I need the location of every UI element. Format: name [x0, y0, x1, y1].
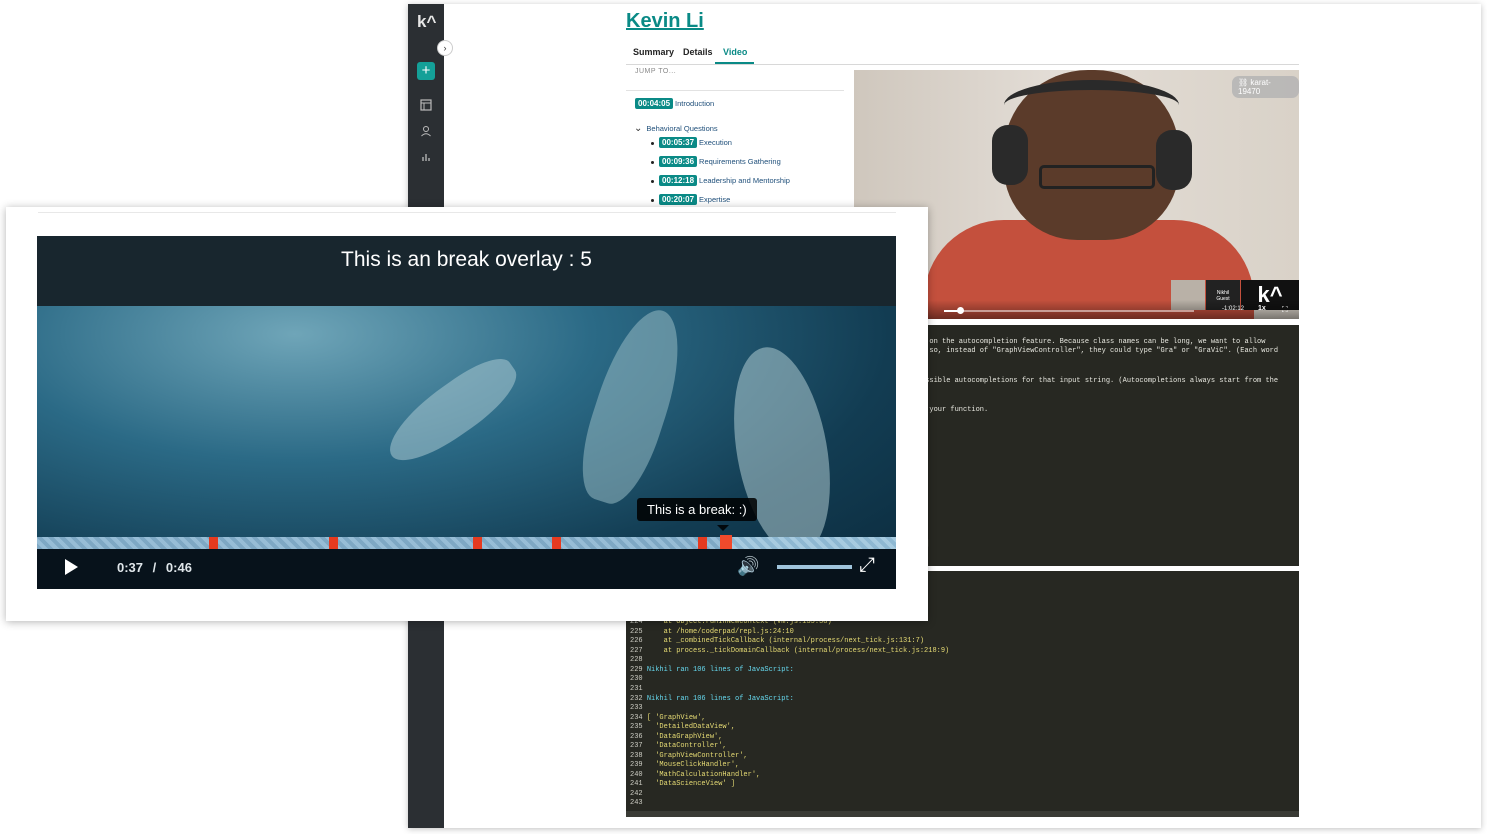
console-line: 226 at _combinedTickCallback (internal/p… — [630, 637, 925, 645]
console-line: 243 — [630, 799, 643, 807]
interview-id-badge[interactable]: ⛓ karat-19470 — [1232, 76, 1299, 98]
break-marker[interactable] — [552, 537, 561, 549]
chapter-label[interactable]: Expertise — [699, 195, 730, 204]
break-marker[interactable] — [209, 537, 218, 549]
bullet — [651, 160, 654, 164]
tab-details[interactable]: Details — [683, 47, 713, 57]
break-overlay-demo-card: This is an break overlay : 5 This is a b… — [6, 207, 928, 621]
tooltip-arrow — [717, 525, 729, 531]
add-button[interactable]: + — [417, 62, 435, 80]
console-line: 239 'MouseClickHandler', — [630, 761, 740, 769]
section-behavioral-questions[interactable]: ⌄ Behavioral Questions — [634, 123, 718, 134]
collapse-sidebar-chevron-icon[interactable]: › — [437, 40, 453, 56]
timestamp-chip[interactable]: 00:05:37 — [659, 137, 698, 148]
active-tab-indicator — [715, 62, 754, 64]
timestamp-chip[interactable]: 00:20:07 — [659, 194, 698, 205]
console-line: 241 'DataScienceView' ] — [630, 780, 736, 788]
console-line: 225 at /home/coderpad/repl.js:24:10 — [630, 628, 794, 636]
chapter-label[interactable]: Execution — [699, 138, 732, 147]
break-tooltip: This is a break: :) — [637, 498, 757, 521]
chevron-down-icon[interactable]: ⌄ — [634, 123, 642, 134]
headphones — [1004, 80, 1179, 130]
break-marker[interactable] — [329, 537, 338, 549]
console-line: 242 — [630, 790, 643, 798]
chapter-item[interactable]: 00:05:37 Execution — [651, 137, 732, 148]
code-line: g on the autocompletion feature. Because… — [921, 338, 1266, 346]
video-seek-bar[interactable] — [944, 310, 1194, 312]
current-time: 0:37 — [117, 560, 144, 575]
fullscreen-icon[interactable]: ⤢ — [859, 554, 875, 577]
code-line: ossible autocompletions for that input s… — [921, 377, 1279, 385]
console-line: 228 — [630, 656, 643, 664]
timestamp-chip[interactable]: 00:09:36 — [659, 156, 698, 167]
divider — [626, 90, 844, 91]
timestamp-chip[interactable]: 00:12:18 — [659, 175, 698, 186]
break-marker[interactable] — [698, 537, 707, 549]
volume-icon[interactable]: 🔊 — [737, 556, 759, 577]
editor-scrollbar[interactable] — [626, 811, 1299, 817]
code-line: n your function. — [921, 406, 989, 414]
layout-icon[interactable] — [418, 97, 434, 113]
tab-video[interactable]: Video — [723, 47, 747, 57]
break-overlay-video-player[interactable]: This is an break overlay : 5 This is a b… — [37, 236, 896, 589]
headphones — [1156, 130, 1192, 190]
candidate-name[interactable]: Kevin Li — [626, 10, 704, 33]
play-icon[interactable] — [65, 559, 78, 575]
chapter-label[interactable]: Introduction — [675, 99, 714, 108]
chapter-label[interactable]: Requirements Gathering — [699, 157, 781, 166]
console-line: 236 'DataGraphView', — [630, 733, 723, 741]
duration: 0:46 — [165, 560, 192, 575]
glasses — [1039, 165, 1155, 189]
playback-speed-button[interactable]: 1x — [1258, 305, 1266, 312]
progress-played — [37, 537, 728, 549]
tab-summary[interactable]: Summary — [633, 47, 674, 57]
chapter-item[interactable]: 00:20:07 Expertise — [651, 194, 730, 205]
chapter-item[interactable]: 00:12:18 Leadership and Mentorship — [651, 175, 790, 186]
console-line: 235 'DetailedDataView', — [630, 723, 736, 731]
console-line: 233 — [630, 704, 643, 712]
bullet — [651, 141, 654, 145]
console-line: 240 'MathCalculationHandler', — [630, 771, 761, 779]
console-line: 237 'DataController', — [630, 742, 727, 750]
video-seek-handle[interactable] — [957, 307, 964, 314]
volume-slider[interactable] — [777, 565, 852, 569]
chapter-item[interactable]: 00:09:36 Requirements Gathering — [651, 156, 781, 167]
console-line: 231 — [630, 685, 643, 693]
time-separator: / — [152, 560, 157, 575]
user-icon[interactable] — [418, 123, 434, 139]
divider — [38, 212, 896, 213]
console-line: 229 Nikhil ran 106 lines of JavaScript: — [630, 666, 794, 674]
console-line: 227 at process._tickDomainCallback (inte… — [630, 647, 950, 655]
fullscreen-icon[interactable]: ⛶ — [1282, 305, 1288, 315]
code-line: - so, instead of "GraphViewController", … — [921, 347, 1279, 355]
chapter-introduction[interactable]: 00:04:05 Introduction — [635, 98, 714, 109]
jump-to-heading: JUMP TO... — [635, 68, 677, 75]
break-marker[interactable] — [473, 537, 482, 549]
chart-icon[interactable] — [418, 149, 434, 165]
console-line: 238 'GraphViewController', — [630, 752, 748, 760]
section-label[interactable]: Behavioral Questions — [646, 124, 717, 133]
console-line: 234 [ 'GraphView', — [630, 714, 706, 722]
console-line: 230 — [630, 675, 643, 683]
bullet — [651, 198, 654, 202]
console-line: 232 Nikhil ran 106 lines of JavaScript: — [630, 695, 794, 703]
bullet — [651, 179, 654, 183]
chapter-label[interactable]: Leadership and Mentorship — [699, 176, 790, 185]
remaining-time: -1:02:12 — [1222, 306, 1245, 312]
timestamp-chip[interactable]: 00:04:05 — [635, 98, 674, 109]
tab-bar: Summary Details Video — [626, 44, 1299, 65]
participant-name: Nikhil — [1216, 290, 1230, 296]
link-icon: ⛓ — [1238, 78, 1251, 87]
time-display: 0:37 / 0:46 — [117, 560, 192, 575]
break-overlay-text: This is an break overlay : 5 — [341, 248, 592, 271]
karat-logo: k^ — [417, 12, 437, 31]
headphones — [992, 125, 1028, 185]
